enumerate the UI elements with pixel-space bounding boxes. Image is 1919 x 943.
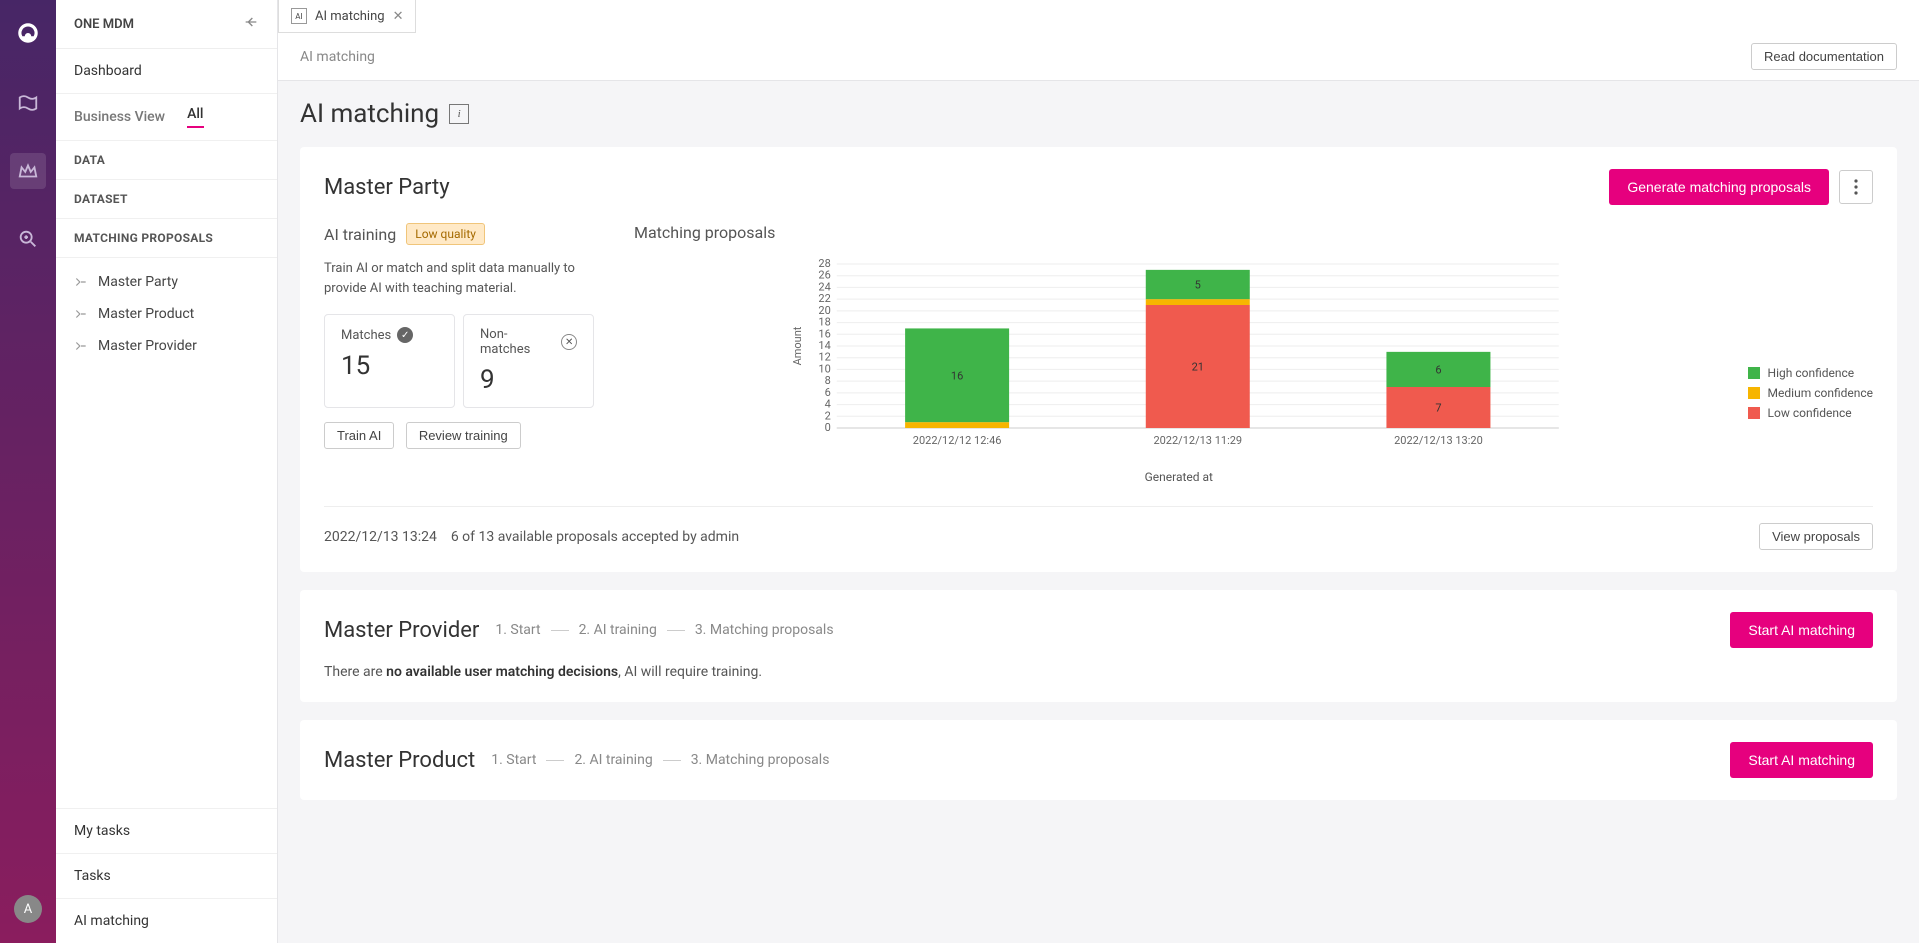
steps-list: 1. Start 2. AI training 3. Matching prop… (495, 622, 833, 638)
chart-title: Matching proposals (634, 223, 1873, 242)
x-circle-icon: ✕ (561, 334, 577, 350)
svg-text:6: 6 (1435, 363, 1441, 376)
tab-all[interactable]: All (187, 106, 203, 128)
svg-text:4: 4 (825, 398, 831, 411)
svg-text:24: 24 (818, 280, 830, 293)
collapse-sidebar-icon[interactable] (243, 14, 259, 34)
svg-text:16: 16 (951, 369, 963, 382)
chart-xlabel: Generated at (634, 470, 1724, 484)
svg-text:6: 6 (825, 386, 831, 399)
merge-icon (74, 275, 88, 289)
bar-chart: 0246810121416182022242628Amount162022/12… (634, 256, 1724, 456)
card-title: Master Product (324, 748, 475, 773)
sidebar-section-data[interactable]: DATA (56, 141, 277, 180)
train-ai-button[interactable]: Train AI (324, 422, 394, 449)
svg-text:12: 12 (818, 351, 830, 364)
svg-text:21: 21 (1192, 361, 1204, 374)
generate-proposals-button[interactable]: Generate matching proposals (1609, 169, 1829, 205)
content-tab[interactable]: AI AI matching ✕ (278, 0, 416, 33)
matches-value: 15 (341, 351, 438, 381)
sidebar-item-label: Master Provider (98, 338, 197, 354)
card-master-product: Master Product 1. Start 2. AI training 3… (300, 720, 1897, 800)
start-ai-matching-button[interactable]: Start AI matching (1730, 612, 1873, 648)
svg-text:14: 14 (818, 339, 830, 352)
merge-icon (74, 339, 88, 353)
sidebar-dashboard[interactable]: Dashboard (56, 49, 277, 94)
svg-text:2022/12/13 11:29: 2022/12/13 11:29 (1153, 434, 1242, 447)
info-icon[interactable]: i (449, 104, 469, 124)
matching-proposals-chart: Matching proposals 024681012141618202224… (634, 223, 1873, 484)
ai-training-panel: AI training Low quality Train AI or matc… (324, 223, 594, 449)
provider-body-text: There are no available user matching dec… (324, 664, 1873, 680)
close-tab-icon[interactable]: ✕ (393, 9, 404, 24)
steps-list: 1. Start 2. AI training 3. Matching prop… (491, 752, 829, 768)
tab-business-view[interactable]: Business View (74, 109, 165, 125)
search-icon[interactable] (10, 221, 46, 257)
sidebar-section-matching: MATCHING PROPOSALS (56, 219, 277, 258)
sidebar-item-master-provider[interactable]: Master Provider (56, 330, 277, 362)
sidebar-item-master-party[interactable]: Master Party (56, 266, 277, 298)
proposals-summary: 6 of 13 available proposals accepted by … (451, 529, 739, 545)
training-title: AI training (324, 225, 396, 244)
nonmatches-metric: Non-matches ✕ 9 (463, 314, 594, 408)
left-rail: A (0, 0, 56, 943)
tab-label: AI matching (315, 9, 385, 24)
sidebar-item-label: Master Party (98, 274, 178, 290)
sidebar-item-master-product[interactable]: Master Product (56, 298, 277, 330)
sidebar-ai-matching[interactable]: AI matching (56, 898, 277, 943)
card-title: Master Provider (324, 618, 479, 643)
legend-high: High confidence (1748, 366, 1873, 380)
sidebar-title: ONE MDM (74, 17, 134, 32)
card-master-provider: Master Provider 1. Start 2. AI training … (300, 590, 1897, 702)
svg-text:2022/12/13 13:20: 2022/12/13 13:20 (1394, 434, 1483, 447)
svg-text:20: 20 (818, 304, 830, 317)
svg-text:0: 0 (825, 421, 831, 434)
merge-icon (74, 307, 88, 321)
svg-text:Amount: Amount (791, 326, 804, 365)
chart-legend: High confidence Medium confidence Low co… (1748, 366, 1873, 420)
catalog-icon[interactable] (10, 85, 46, 121)
svg-text:5: 5 (1195, 279, 1201, 292)
svg-text:2: 2 (825, 409, 831, 422)
crown-icon[interactable] (10, 153, 46, 189)
svg-text:7: 7 (1435, 402, 1441, 415)
breadcrumb: AI matching (300, 49, 375, 65)
svg-text:28: 28 (818, 257, 830, 270)
sidebar-my-tasks[interactable]: My tasks (56, 808, 277, 853)
ai-chip-icon: AI (291, 8, 307, 24)
quality-badge: Low quality (406, 223, 485, 245)
main-area: AI AI matching ✕ AI matching Read docume… (278, 0, 1919, 943)
review-training-button[interactable]: Review training (406, 422, 521, 449)
view-proposals-button[interactable]: View proposals (1759, 523, 1873, 550)
app-logo (15, 20, 41, 53)
nonmatches-value: 9 (480, 365, 577, 395)
svg-text:10: 10 (818, 362, 830, 375)
sidebar-tasks[interactable]: Tasks (56, 853, 277, 898)
page-title: AI matching i (300, 99, 1897, 129)
check-circle-icon: ✓ (397, 327, 413, 343)
sidebar-item-label: Master Product (98, 306, 194, 322)
svg-text:16: 16 (818, 327, 830, 340)
kebab-icon (1854, 179, 1858, 195)
svg-text:22: 22 (818, 292, 830, 305)
sidebar-section-dataset[interactable]: DATASET (56, 180, 277, 219)
svg-text:2022/12/12 12:46: 2022/12/12 12:46 (913, 434, 1002, 447)
user-avatar[interactable]: A (14, 895, 42, 923)
matches-metric: Matches ✓ 15 (324, 314, 455, 408)
training-description: Train AI or match and split data manuall… (324, 259, 594, 298)
svg-text:8: 8 (825, 374, 831, 387)
svg-text:26: 26 (818, 269, 830, 282)
sidebar: ONE MDM Dashboard Business View All DATA… (56, 0, 278, 943)
proposals-date: 2022/12/13 13:24 (324, 529, 437, 545)
card-master-party: Master Party Generate matching proposals… (300, 147, 1897, 572)
card-title: Master Party (324, 175, 450, 200)
svg-text:18: 18 (818, 316, 830, 329)
legend-low: Low confidence (1748, 406, 1873, 420)
read-documentation-button[interactable]: Read documentation (1751, 43, 1897, 70)
start-ai-matching-button[interactable]: Start AI matching (1730, 742, 1873, 778)
tabs-bar: AI AI matching ✕ (278, 0, 1919, 33)
more-menu-button[interactable] (1839, 170, 1873, 204)
legend-medium: Medium confidence (1748, 386, 1873, 400)
